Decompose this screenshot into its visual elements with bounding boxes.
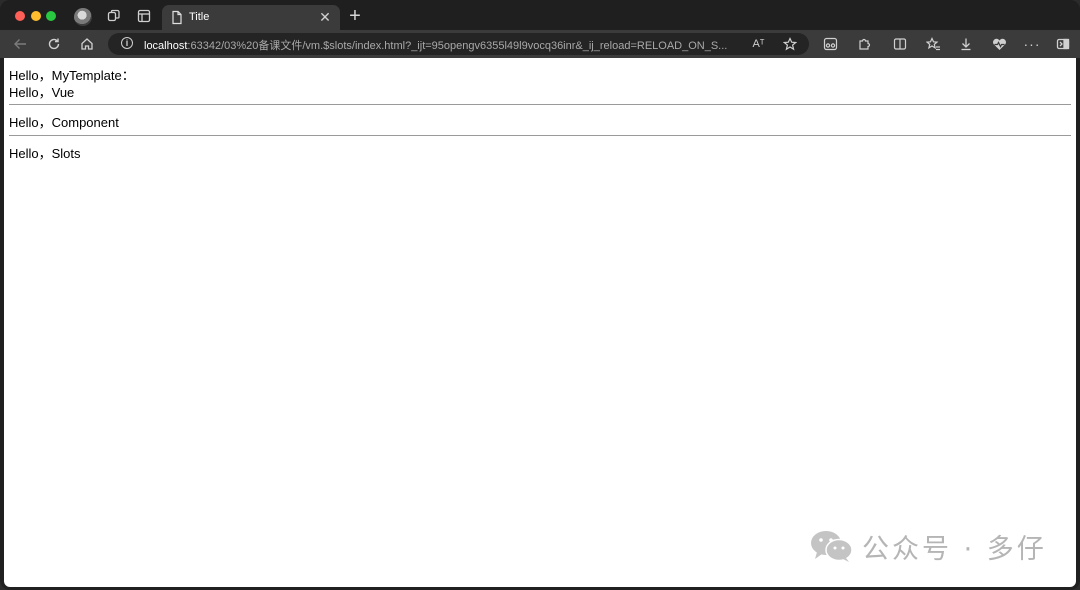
text-line-slots: Hello，Slots <box>9 146 81 161</box>
tab-bar: Title ✕ + <box>0 0 1080 31</box>
watermark: 公众号 · 多仔 <box>810 528 1047 565</box>
reload-icon[interactable] <box>45 35 63 53</box>
url-text[interactable]: localhost:63342/03%20备课文件/vm.$slots/inde… <box>144 37 744 53</box>
horizontal-rule <box>9 135 1071 136</box>
favorites-icon[interactable] <box>924 35 942 53</box>
split-screen-icon[interactable] <box>891 35 909 53</box>
browser-window: Title ✕ + i localhost:63342/03%20备课文件/vm… <box>0 0 1080 590</box>
text-line-vue: Hello，Vue <box>9 85 75 100</box>
tab-title[interactable]: Title ✕ <box>162 5 340 31</box>
text-line-component: Hello，Component <box>9 115 119 130</box>
minimize-window-button[interactable] <box>31 11 41 21</box>
close-tab-icon[interactable]: ✕ <box>317 9 333 25</box>
new-tab-icon[interactable]: + <box>346 6 364 26</box>
sidebar-toggle-icon[interactable] <box>1054 35 1072 53</box>
back-arrow-icon[interactable] <box>11 35 29 53</box>
address-bar[interactable]: i localhost:63342/03%20备课文件/vm.$slots/in… <box>108 33 809 55</box>
workspaces-icon[interactable] <box>105 7 123 25</box>
tab-actions-icon[interactable] <box>135 7 153 25</box>
watermark-text: 公众号 · 多仔 <box>862 533 1047 565</box>
more-menu-icon[interactable]: ··· <box>1023 35 1041 53</box>
profile-avatar[interactable] <box>74 8 92 26</box>
extension-icon[interactable] <box>821 35 839 53</box>
page-content: Hello，MyTemplate： Hello，Vue Hello，Compon… <box>4 58 1076 587</box>
site-info-icon[interactable]: i <box>121 37 133 49</box>
maximize-window-button[interactable] <box>46 11 56 21</box>
read-aloud-icon[interactable]: Aᵀ <box>750 35 767 52</box>
tab-title-label: Title <box>189 11 210 23</box>
close-window-button[interactable] <box>15 11 25 21</box>
extensions-puzzle-icon[interactable] <box>855 35 873 53</box>
home-icon[interactable] <box>78 35 96 53</box>
toolbar: i localhost:63342/03%20备课文件/vm.$slots/in… <box>0 30 1080 58</box>
wechat-icon <box>811 531 853 562</box>
browser-essentials-icon[interactable] <box>990 35 1008 53</box>
download-icon[interactable] <box>957 35 975 53</box>
horizontal-rule <box>9 104 1071 105</box>
favorite-star-icon[interactable] <box>781 35 798 52</box>
document-icon <box>172 10 182 25</box>
